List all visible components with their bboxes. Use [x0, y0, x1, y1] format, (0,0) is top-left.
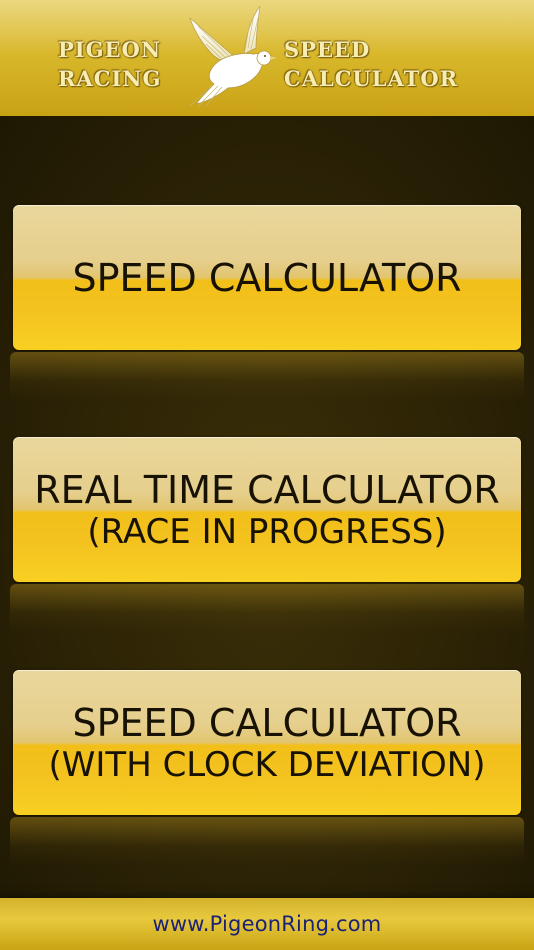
app-footer: www.PigeonRing.com — [0, 898, 534, 950]
button-title: SPEED CALCULATOR — [72, 700, 462, 745]
real-time-calculator-button[interactable]: REAL TIME CALCULATOR (RACE IN PROGRESS) — [13, 437, 521, 582]
website-link[interactable]: www.PigeonRing.com — [153, 912, 382, 936]
button-subtitle: (RACE IN PROGRESS) — [87, 511, 447, 552]
button-reflection — [10, 352, 524, 400]
logo-word-pigeon: PIGEON — [58, 37, 162, 62]
logo-word-racing: RACING — [58, 66, 162, 91]
speed-calculator-button[interactable]: SPEED CALCULATOR — [13, 205, 521, 350]
button-reflection — [10, 584, 524, 632]
button-title: SPEED CALCULATOR — [72, 255, 462, 300]
logo-text-right: SPEED CALCULATOR — [284, 35, 458, 93]
button-reflection — [10, 817, 524, 865]
button-title: REAL TIME CALCULATOR — [34, 467, 500, 512]
button-subtitle: (WITH CLOCK DEVIATION) — [48, 744, 486, 785]
app-header: PIGEON RACING SPEED CALCULATOR — [0, 0, 534, 116]
dove-icon — [189, 5, 277, 108]
clock-deviation-calculator-button[interactable]: SPEED CALCULATOR (WITH CLOCK DEVIATION) — [13, 670, 521, 815]
logo-word-calculator: CALCULATOR — [284, 66, 459, 91]
menu-area: SPEED CALCULATOR REAL TIME CALCULATOR (R… — [0, 116, 534, 898]
logo-word-speed: SPEED — [284, 37, 371, 62]
logo-text-left: PIGEON RACING — [58, 35, 161, 93]
